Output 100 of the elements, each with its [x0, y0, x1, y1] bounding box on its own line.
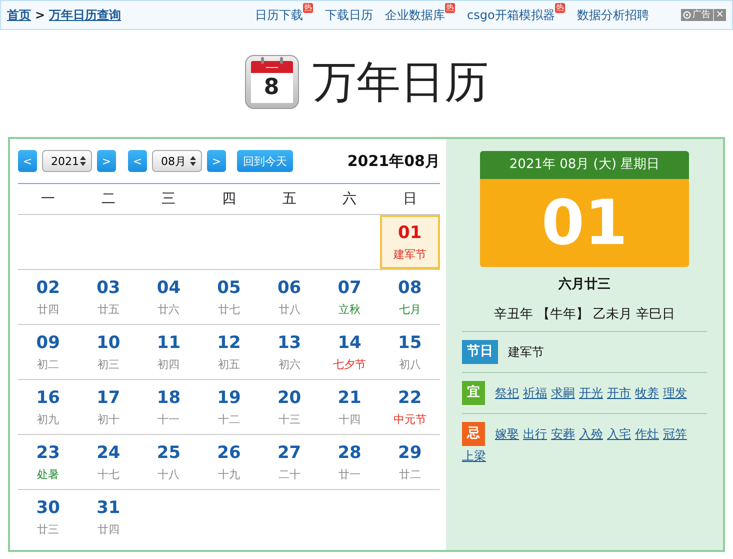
- lunar-date: 建军节: [393, 246, 426, 262]
- lunar-date: 廿二: [398, 466, 421, 482]
- lunar-date: 中元节: [393, 412, 426, 426]
- day-cell[interactable]: 13 初六: [259, 325, 320, 379]
- day-number: 19: [217, 388, 241, 408]
- day-cell[interactable]: 07 立秋: [319, 270, 380, 324]
- day-cell[interactable]: 10 初三: [78, 325, 139, 379]
- activity-link[interactable]: 祈福: [523, 384, 547, 402]
- lunar-date: 十二: [218, 412, 240, 426]
- day-number: 28: [338, 442, 362, 462]
- day-number: 24: [96, 442, 120, 462]
- day-number: 12: [217, 332, 241, 352]
- activity-link[interactable]: 安葬: [551, 426, 575, 442]
- activity-link[interactable]: 入宅: [607, 426, 631, 442]
- activity-link[interactable]: 求嗣: [551, 384, 575, 402]
- day-number: 14: [338, 332, 362, 352]
- lunar-date: 廿三: [37, 522, 60, 536]
- activity-link[interactable]: 理发: [663, 384, 687, 402]
- day-cell[interactable]: 27 二十: [259, 435, 320, 489]
- lunar-date: 十九: [218, 466, 240, 482]
- day-cell[interactable]: 23 处暑: [18, 435, 78, 489]
- day-cell[interactable]: 08 七月: [380, 270, 440, 324]
- activity-link[interactable]: 出行: [523, 426, 547, 442]
- day-cell[interactable]: 20 十三: [259, 380, 320, 434]
- day-cell[interactable]: 19 十二: [198, 380, 260, 434]
- day-cell[interactable]: 31 廿四: [78, 490, 139, 544]
- activity-link[interactable]: 冠笄: [663, 426, 687, 442]
- current-page-link[interactable]: 万年日历查询: [49, 6, 122, 24]
- day-number: 31: [96, 498, 120, 518]
- nav-link[interactable]: 日历下载: [255, 6, 303, 24]
- month-select[interactable]: 08月: [152, 150, 202, 172]
- day-cell[interactable]: 28 廿一: [319, 435, 380, 489]
- activity-link[interactable]: 牧养: [635, 384, 659, 402]
- day-number: 27: [277, 442, 302, 462]
- activity-link[interactable]: 嫁娶: [495, 426, 519, 442]
- day-cell[interactable]: 04 廿六: [138, 270, 199, 324]
- day-number: 07: [338, 278, 362, 298]
- day-cell[interactable]: 01 建军节: [380, 215, 440, 269]
- lunar-date: 十四: [338, 412, 361, 426]
- home-link[interactable]: 首页: [7, 6, 31, 24]
- weekday-header: 日: [402, 190, 418, 208]
- day-cell[interactable]: 21 十四: [319, 380, 380, 434]
- day-cell[interactable]: 14 七夕节: [319, 325, 380, 379]
- day-number: 30: [36, 498, 60, 518]
- lunar-date: 七夕节: [333, 356, 366, 372]
- activity-link[interactable]: 开市: [607, 384, 631, 402]
- ganzhi-text: 辛丑年 【牛年】 乙未月 辛巳日: [462, 293, 707, 332]
- nav-link[interactable]: 数据分析招聘: [576, 6, 649, 24]
- day-cell[interactable]: 25 十八: [138, 435, 199, 489]
- lunar-date: 十七: [97, 466, 120, 482]
- weekday-header: 二: [100, 190, 116, 208]
- breadcrumb-separator: >: [35, 8, 46, 22]
- day-cell[interactable]: 03 廿五: [78, 270, 139, 324]
- lunar-date: 十三: [278, 412, 300, 426]
- nav-link[interactable]: 下载日历: [325, 6, 373, 24]
- day-cell[interactable]: 26 十九: [198, 435, 260, 489]
- current-month: 2021年08月: [347, 152, 440, 170]
- nav-link[interactable]: 企业数据库: [385, 6, 445, 24]
- day-number: 15: [398, 332, 422, 352]
- day-cell[interactable]: 09 初二: [18, 325, 78, 379]
- activity-link[interactable]: 作灶: [635, 426, 659, 442]
- day-number: 04: [156, 278, 181, 298]
- activity-link[interactable]: 祭祀: [495, 384, 519, 402]
- lunar-date: 立秋: [338, 302, 361, 316]
- day-cell[interactable]: 06 廿八: [259, 270, 320, 324]
- day-cell[interactable]: 12 初五: [198, 325, 260, 379]
- lunar-date: 初五: [218, 356, 240, 372]
- day-cell[interactable]: 15 初八: [380, 325, 440, 379]
- day-cell[interactable]: 18 十一: [138, 380, 199, 434]
- lunar-date: 十八: [158, 466, 180, 482]
- day-cell[interactable]: 29 廿二: [380, 435, 440, 489]
- day-number: 09: [36, 332, 60, 352]
- weekday-header: 四: [220, 190, 237, 208]
- section-badge: 忌: [462, 422, 485, 446]
- nav-link[interactable]: csgo开箱模拟器: [467, 6, 555, 24]
- day-cell[interactable]: 30 廿三: [18, 490, 78, 544]
- activity-link[interactable]: 开光: [579, 384, 603, 402]
- hot-badge: 热: [303, 2, 313, 12]
- day-cell[interactable]: 22 中元节: [380, 380, 440, 434]
- lunar-date: 初十: [97, 412, 120, 426]
- day-cell[interactable]: 05 廿七: [198, 270, 260, 324]
- day-number: 05: [217, 278, 241, 298]
- page-title: 万年日历: [312, 56, 488, 110]
- calendar-icon: 8: [244, 55, 298, 109]
- activity-link[interactable]: 上梁: [462, 448, 486, 465]
- close-button[interactable]: ×: [712, 9, 724, 21]
- day-cell[interactable]: 24 十七: [78, 435, 139, 489]
- hot-badge: 热: [445, 2, 455, 12]
- activity-link[interactable]: 入殓: [579, 426, 603, 442]
- day-number: 23: [36, 442, 60, 462]
- day-cell[interactable]: 11 初四: [138, 325, 199, 379]
- day-number: 10: [96, 332, 120, 352]
- weekday-header: 六: [342, 190, 358, 208]
- year-select[interactable]: 2021: [42, 150, 92, 172]
- lunar-date: 七月: [398, 302, 421, 316]
- day-cell[interactable]: 02 廿四: [18, 270, 78, 324]
- day-number: 02: [36, 278, 60, 298]
- day-cell[interactable]: 17 初十: [78, 380, 139, 434]
- day-cell[interactable]: 16 初九: [18, 380, 78, 434]
- day-number: 08: [398, 278, 422, 298]
